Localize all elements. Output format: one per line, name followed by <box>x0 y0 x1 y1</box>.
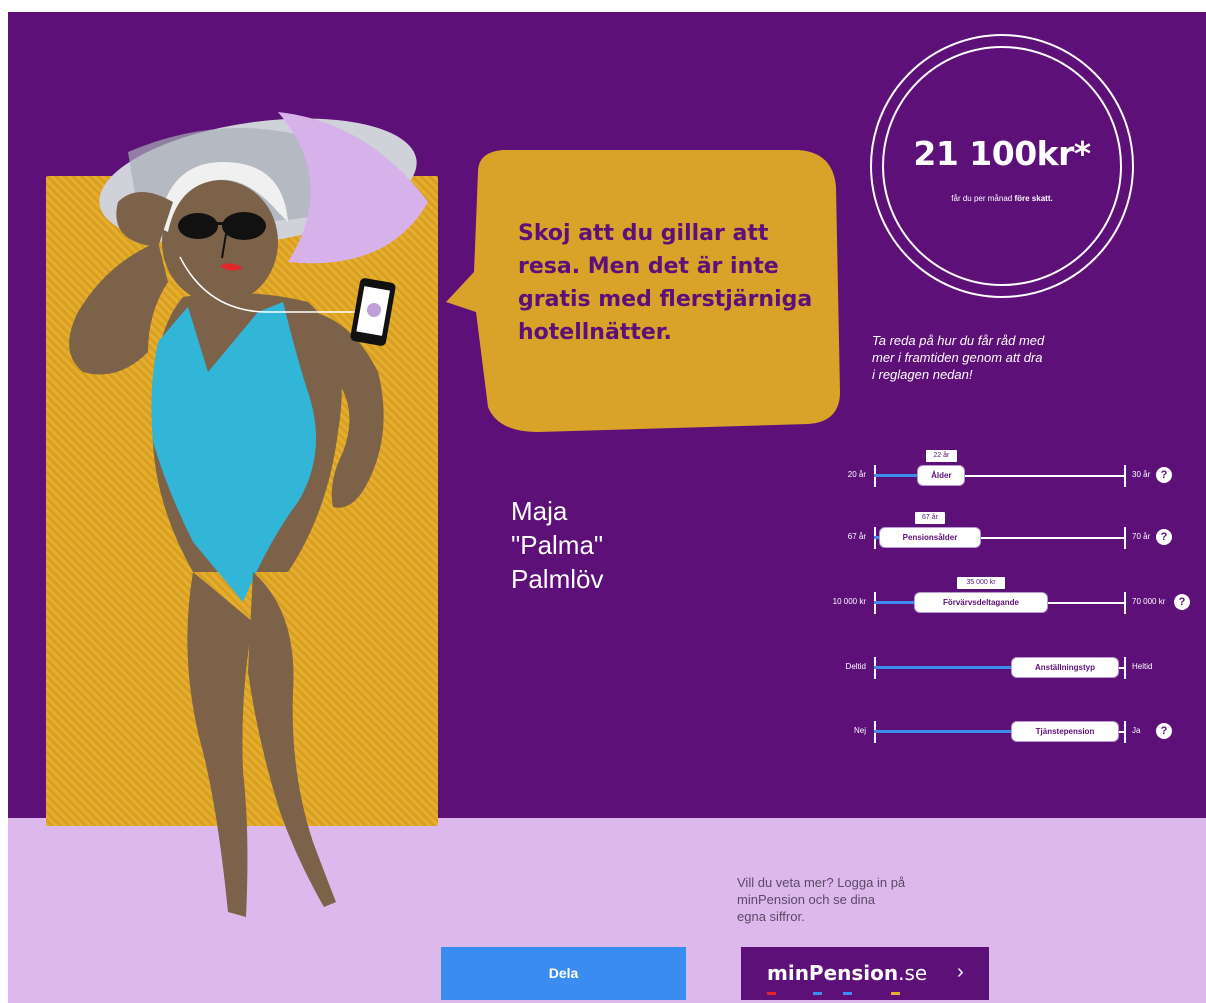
brand-main: minPension <box>767 961 899 985</box>
slider-fill <box>874 666 1012 669</box>
logo-underline-red <box>767 992 776 995</box>
slider-end-tick <box>1124 527 1126 549</box>
pension-amount-note: får du per månad före skatt. <box>882 194 1122 203</box>
slider-thumb[interactable]: Anställningstyp <box>1012 658 1118 677</box>
sunglasses-right <box>222 212 266 240</box>
logo-underline-yellow <box>891 992 900 995</box>
slider-end-tick <box>1124 721 1126 743</box>
slider-min-label: 10 000 kr <box>832 597 866 606</box>
slider-max-label: 70 000 kr <box>1132 597 1166 606</box>
slider-fill <box>874 474 919 477</box>
slider-max-label: 30 år <box>1132 470 1151 479</box>
share-button[interactable]: Dela <box>441 947 686 1000</box>
slider-min-label: 67 år <box>847 532 866 541</box>
slider-max-label: Heltid <box>1132 662 1153 671</box>
slider-4[interactable]: Deltid Anställningstyp Heltid <box>8 648 1206 688</box>
pension-note-text: får du per månad <box>951 194 1013 203</box>
slider-instructions: Ta reda på hur du får råd med mer i fram… <box>872 333 1045 382</box>
brand-domain: .se <box>898 961 928 985</box>
slider-1[interactable]: 20 år Ålder 22 år 30 år? <box>8 450 1206 496</box>
help-icon[interactable]: ? <box>1156 529 1172 545</box>
slider-value-box: 35 000 kr <box>956 577 1006 589</box>
minpension-link-button[interactable]: minPension.se › <box>741 947 989 1000</box>
slider-3[interactable]: 10 000 kr Förvärvsdeltagande 35 000 kr 70 0… <box>8 577 1206 623</box>
logo-underline-blue-2 <box>843 992 852 995</box>
pension-calculator-page: Skoj att du gillar att resa. Men det är … <box>8 12 1206 1003</box>
login-prompt: Vill du veta mer? Logga in på minPension… <box>737 875 906 924</box>
slider-max-label: Ja <box>1132 726 1141 735</box>
slider-2[interactable]: 67 år Pensionsålder 67 år 70 år? <box>8 512 1206 558</box>
slider-thumb[interactable]: Tjänstepension <box>1012 722 1118 741</box>
pension-note-bold: före skatt. <box>1014 194 1053 203</box>
pension-amount: 21 100kr* <box>913 134 1091 173</box>
slider-min-label: 20 år <box>847 470 866 479</box>
sunglasses-left <box>178 213 218 239</box>
help-icon[interactable]: ? <box>1174 594 1190 610</box>
slider-5[interactable]: Nej Tjänstepension Ja? <box>8 712 1206 752</box>
slider-end-tick <box>1124 657 1126 679</box>
slider-thumb[interactable]: Förvärvsdeltagande <box>914 593 1047 612</box>
slider-min-label: Nej <box>853 726 866 735</box>
slider-end-tick <box>1124 592 1126 614</box>
minpension-logo: minPension.se <box>767 961 927 985</box>
logo-underline-blue <box>813 992 822 995</box>
help-icon[interactable]: ? <box>1156 723 1172 739</box>
slider-end-tick <box>1124 465 1126 487</box>
chevron-right-icon: › <box>957 961 964 983</box>
slider-thumb[interactable]: Ålder <box>918 466 965 485</box>
slider-thumb[interactable]: Pensionsålder <box>880 528 980 547</box>
speech-bubble-text: Skoj att du gillar att resa. Men det är … <box>518 221 813 345</box>
slider-value-box: 22 år <box>926 450 957 462</box>
slider-fill <box>874 601 915 604</box>
slider-min-label: Deltid <box>845 662 866 671</box>
slider-value-box: 67 år <box>914 512 946 524</box>
help-icon[interactable]: ? <box>1156 467 1172 483</box>
slider-max-label: 70 år <box>1132 532 1151 541</box>
raised-arm <box>69 242 168 375</box>
slider-fill <box>874 730 1012 733</box>
